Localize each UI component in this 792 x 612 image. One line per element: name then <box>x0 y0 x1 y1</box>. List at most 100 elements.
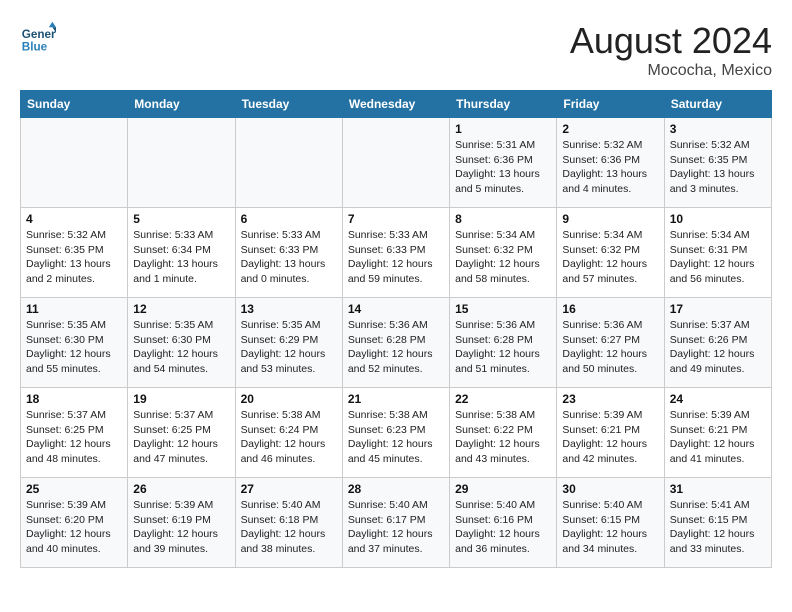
day-detail: Sunrise: 5:34 AMSunset: 6:32 PMDaylight:… <box>562 228 658 287</box>
calendar-cell: 15Sunrise: 5:36 AMSunset: 6:28 PMDayligh… <box>450 298 557 388</box>
day-detail: Sunrise: 5:39 AMSunset: 6:19 PMDaylight:… <box>133 498 229 557</box>
calendar-cell: 7 Sunrise: 5:33 AMSunset: 6:33 PMDaylight… <box>342 208 449 298</box>
day-number: 19 <box>133 392 229 406</box>
day-detail: Sunrise: 5:34 AMSunset: 6:32 PMDaylight:… <box>455 228 551 287</box>
day-number: 4 <box>26 212 122 226</box>
day-detail: Sunrise: 5:37 AMSunset: 6:26 PMDaylight:… <box>670 318 766 377</box>
calendar-cell: 13 Sunrise: 5:35 AMSunset: 6:29 PMDayligh… <box>235 298 342 388</box>
day-header-thursday: Thursday <box>450 91 557 118</box>
calendar-cell <box>342 118 449 208</box>
day-number: 28 <box>348 482 444 496</box>
day-detail: Sunrise: 5:39 AMSunset: 6:20 PMDaylight:… <box>26 498 122 557</box>
logo: General Blue <box>20 20 56 56</box>
calendar-cell: 17Sunrise: 5:37 AMSunset: 6:26 PMDayligh… <box>664 298 771 388</box>
calendar-cell: 8 Sunrise: 5:34 AMSunset: 6:32 PMDaylight… <box>450 208 557 298</box>
day-detail: Sunrise: 5:32 AMSunset: 6:35 PMDaylight:… <box>670 138 766 197</box>
day-detail: Sunrise: 5:32 AMSunset: 6:36 PMDaylight:… <box>562 138 658 197</box>
page-header: General Blue August 2024 Mococha, Mexico <box>20 20 772 80</box>
day-number: 14 <box>348 302 444 316</box>
calendar-cell: 10Sunrise: 5:34 AMSunset: 6:31 PMDayligh… <box>664 208 771 298</box>
day-detail: Sunrise: 5:38 AMSunset: 6:24 PMDaylight:… <box>241 408 337 467</box>
day-detail: Sunrise: 5:39 AMSunset: 6:21 PMDaylight:… <box>670 408 766 467</box>
day-detail: Sunrise: 5:35 AMSunset: 6:29 PMDaylight:… <box>241 318 337 377</box>
day-number: 29 <box>455 482 551 496</box>
calendar-cell: 30 Sunrise: 5:40 AMSunset: 6:15 PMDayligh… <box>557 478 664 568</box>
calendar-cell: 5Sunrise: 5:33 AMSunset: 6:34 PMDaylight… <box>128 208 235 298</box>
day-header-sunday: Sunday <box>21 91 128 118</box>
day-header-friday: Friday <box>557 91 664 118</box>
day-number: 15 <box>455 302 551 316</box>
calendar-cell: 22Sunrise: 5:38 AMSunset: 6:22 PMDayligh… <box>450 388 557 478</box>
day-detail: Sunrise: 5:33 AMSunset: 6:33 PMDaylight:… <box>348 228 444 287</box>
location: Mococha, Mexico <box>570 62 772 80</box>
day-detail: Sunrise: 5:36 AMSunset: 6:27 PMDaylight:… <box>562 318 658 377</box>
calendar-cell: 11 Sunrise: 5:35 AMSunset: 6:30 PMDayligh… <box>21 298 128 388</box>
calendar-cell: 28 Sunrise: 5:40 AMSunset: 6:17 PMDayligh… <box>342 478 449 568</box>
calendar-cell <box>128 118 235 208</box>
week-row-2: 4 Sunrise: 5:32 AMSunset: 6:35 PMDaylight… <box>21 208 772 298</box>
day-number: 11 <box>26 302 122 316</box>
title-block: August 2024 Mococha, Mexico <box>570 20 772 80</box>
calendar-cell: 14Sunrise: 5:36 AMSunset: 6:28 PMDayligh… <box>342 298 449 388</box>
day-number: 24 <box>670 392 766 406</box>
calendar-cell: 19Sunrise: 5:37 AMSunset: 6:25 PMDayligh… <box>128 388 235 478</box>
day-detail: Sunrise: 5:35 AMSunset: 6:30 PMDaylight:… <box>133 318 229 377</box>
calendar-cell: 18Sunrise: 5:37 AMSunset: 6:25 PMDayligh… <box>21 388 128 478</box>
day-number: 3 <box>670 122 766 136</box>
day-number: 23 <box>562 392 658 406</box>
day-number: 7 <box>348 212 444 226</box>
logo-icon: General Blue <box>20 20 56 56</box>
day-number: 2 <box>562 122 658 136</box>
calendar-cell: 16 Sunrise: 5:36 AMSunset: 6:27 PMDayligh… <box>557 298 664 388</box>
week-row-4: 18Sunrise: 5:37 AMSunset: 6:25 PMDayligh… <box>21 388 772 478</box>
week-row-5: 25 Sunrise: 5:39 AMSunset: 6:20 PMDayligh… <box>21 478 772 568</box>
day-detail: Sunrise: 5:40 AMSunset: 6:15 PMDaylight:… <box>562 498 658 557</box>
day-detail: Sunrise: 5:40 AMSunset: 6:16 PMDaylight:… <box>455 498 551 557</box>
day-detail: Sunrise: 5:34 AMSunset: 6:31 PMDaylight:… <box>670 228 766 287</box>
week-row-3: 11 Sunrise: 5:35 AMSunset: 6:30 PMDayligh… <box>21 298 772 388</box>
day-detail: Sunrise: 5:35 AMSunset: 6:30 PMDaylight:… <box>26 318 122 377</box>
day-number: 6 <box>241 212 337 226</box>
calendar-cell: 29 Sunrise: 5:40 AMSunset: 6:16 PMDayligh… <box>450 478 557 568</box>
day-number: 22 <box>455 392 551 406</box>
day-header-monday: Monday <box>128 91 235 118</box>
day-number: 12 <box>133 302 229 316</box>
month-year: August 2024 <box>570 20 772 62</box>
day-header-tuesday: Tuesday <box>235 91 342 118</box>
calendar-cell: 3 Sunrise: 5:32 AMSunset: 6:35 PMDaylight… <box>664 118 771 208</box>
day-number: 25 <box>26 482 122 496</box>
calendar-cell: 12 Sunrise: 5:35 AMSunset: 6:30 PMDayligh… <box>128 298 235 388</box>
day-detail: Sunrise: 5:41 AMSunset: 6:15 PMDaylight:… <box>670 498 766 557</box>
day-detail: Sunrise: 5:33 AMSunset: 6:34 PMDaylight:… <box>133 228 229 287</box>
svg-text:General: General <box>22 28 56 41</box>
day-detail: Sunrise: 5:40 AMSunset: 6:17 PMDaylight:… <box>348 498 444 557</box>
day-number: 18 <box>26 392 122 406</box>
day-header-wednesday: Wednesday <box>342 91 449 118</box>
week-row-1: 1 Sunrise: 5:31 AMSunset: 6:36 PMDaylight… <box>21 118 772 208</box>
day-detail: Sunrise: 5:40 AMSunset: 6:18 PMDaylight:… <box>241 498 337 557</box>
day-number: 1 <box>455 122 551 136</box>
calendar-cell: 4 Sunrise: 5:32 AMSunset: 6:35 PMDaylight… <box>21 208 128 298</box>
header-row: SundayMondayTuesdayWednesdayThursdayFrid… <box>21 91 772 118</box>
day-number: 30 <box>562 482 658 496</box>
calendar-cell: 9 Sunrise: 5:34 AMSunset: 6:32 PMDaylight… <box>557 208 664 298</box>
calendar-cell: 6Sunrise: 5:33 AMSunset: 6:33 PMDaylight… <box>235 208 342 298</box>
day-number: 31 <box>670 482 766 496</box>
svg-text:Blue: Blue <box>22 41 48 54</box>
day-number: 21 <box>348 392 444 406</box>
day-number: 13 <box>241 302 337 316</box>
day-number: 16 <box>562 302 658 316</box>
day-detail: Sunrise: 5:31 AMSunset: 6:36 PMDaylight:… <box>455 138 551 197</box>
calendar-cell: 25 Sunrise: 5:39 AMSunset: 6:20 PMDayligh… <box>21 478 128 568</box>
calendar-cell: 26Sunrise: 5:39 AMSunset: 6:19 PMDayligh… <box>128 478 235 568</box>
day-detail: Sunrise: 5:32 AMSunset: 6:35 PMDaylight:… <box>26 228 122 287</box>
day-detail: Sunrise: 5:39 AMSunset: 6:21 PMDaylight:… <box>562 408 658 467</box>
calendar-cell <box>21 118 128 208</box>
calendar-cell: 24 Sunrise: 5:39 AMSunset: 6:21 PMDayligh… <box>664 388 771 478</box>
calendar-cell: 1 Sunrise: 5:31 AMSunset: 6:36 PMDaylight… <box>450 118 557 208</box>
day-number: 9 <box>562 212 658 226</box>
calendar-cell: 23 Sunrise: 5:39 AMSunset: 6:21 PMDayligh… <box>557 388 664 478</box>
day-number: 20 <box>241 392 337 406</box>
day-number: 8 <box>455 212 551 226</box>
calendar-cell: 31 Sunrise: 5:41 AMSunset: 6:15 PMDayligh… <box>664 478 771 568</box>
